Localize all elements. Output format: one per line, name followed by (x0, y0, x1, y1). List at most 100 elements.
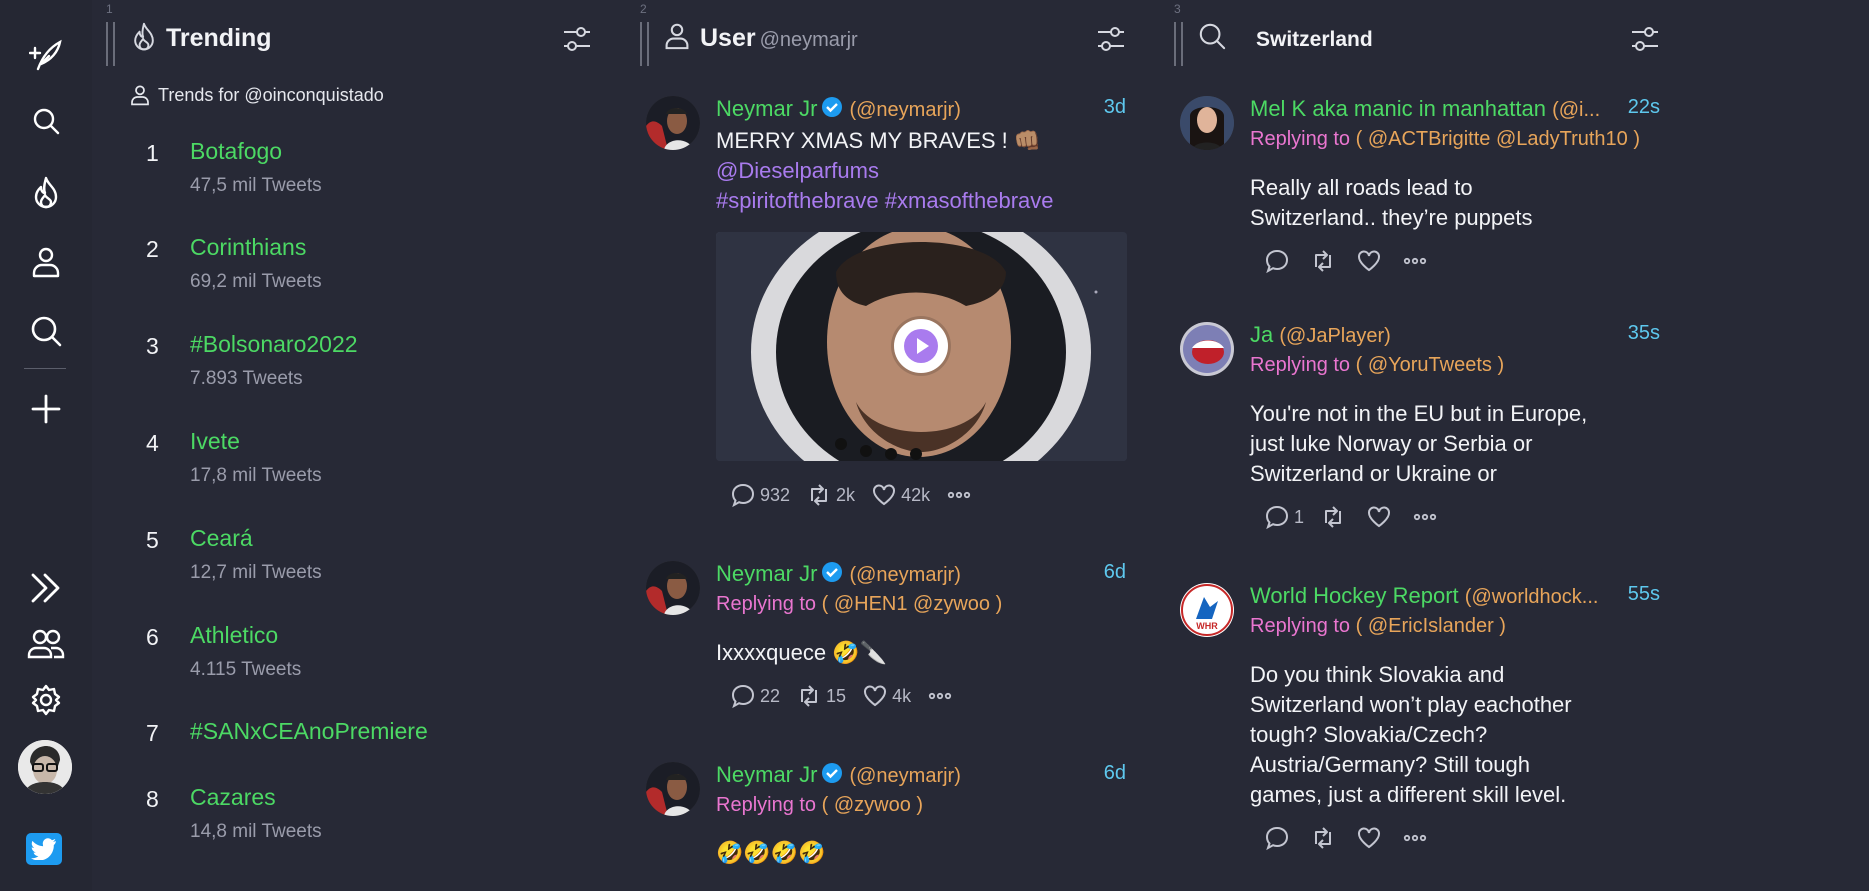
trend-name[interactable]: #SANxCEAnoPremiere (190, 718, 428, 745)
trend-rank: 7 (146, 720, 159, 746)
tweet-text-line: Ixxxxquece 🤣🔪 (716, 640, 887, 665)
replying-to: Replying to ( @HEN1 @zywoo ) (716, 593, 1003, 615)
tweet-actions: 22 15 4k (730, 683, 969, 709)
avatar[interactable]: WHR (1180, 583, 1234, 637)
reply-button[interactable] (1264, 825, 1294, 851)
video-thumbnail[interactable] (716, 232, 1127, 461)
author-name[interactable]: Ja (1250, 322, 1273, 347)
tweet-time[interactable]: 22s (1621, 96, 1660, 119)
reply-button[interactable]: 22 (730, 683, 780, 709)
column-drag-handle[interactable] (106, 22, 115, 66)
author-handle[interactable]: (@neymarjr) (849, 564, 960, 586)
search-column-icon[interactable] (24, 309, 68, 353)
hashtag-link[interactable]: #spiritofthebrave #xmasofthebrave (716, 186, 1126, 216)
author-handle[interactable]: (@neymarjr) (849, 765, 960, 787)
avatar[interactable] (18, 740, 72, 794)
column-settings-icon[interactable] (1630, 24, 1660, 54)
tweet-time[interactable]: 3d (1097, 96, 1126, 119)
rail-divider (24, 368, 66, 369)
reply-mentions[interactable]: ( @ACTBrigitte @LadyTruth10 ) (1356, 128, 1640, 150)
reply-button[interactable] (1264, 248, 1294, 274)
more-icon[interactable] (1402, 825, 1428, 851)
avatar[interactable] (646, 561, 700, 615)
more-icon[interactable] (1402, 248, 1428, 274)
author-handle[interactable]: (@JaPlayer) (1279, 325, 1390, 347)
more-icon[interactable] (1412, 504, 1438, 530)
author-handle[interactable]: (@worldhock... (1465, 586, 1599, 608)
avatar[interactable] (646, 762, 700, 816)
trend-name[interactable]: Cazares (190, 784, 276, 811)
trend-count: 47,5 mil Tweets (190, 175, 322, 196)
author-handle[interactable]: (@i... (1552, 99, 1600, 121)
tweet-text-line: Really all roads lead to (1250, 175, 1473, 200)
trend-name[interactable]: #Bolsonaro2022 (190, 331, 358, 358)
reply-button[interactable]: 932 (730, 482, 790, 508)
author-handle[interactable]: (@neymarjr) (849, 99, 960, 121)
reply-mentions[interactable]: ( @HEN1 @zywoo ) (822, 593, 1003, 615)
user-icon[interactable] (24, 240, 68, 284)
tweet-time[interactable]: 35s (1621, 322, 1660, 345)
trend-name[interactable]: Botafogo (190, 138, 282, 165)
avatar[interactable] (1180, 322, 1234, 376)
like-button[interactable]: 4k (862, 683, 911, 709)
mention-link[interactable]: @Dieselparfums (716, 156, 1126, 186)
retweet-button[interactable]: 2k (806, 482, 855, 508)
add-column-icon[interactable] (24, 387, 68, 431)
column-title: User @neymarjr (700, 24, 858, 52)
reply-button[interactable]: 1 (1264, 504, 1304, 530)
trend-name[interactable]: Corinthians (190, 234, 306, 261)
tweet-time[interactable]: 6d (1097, 561, 1126, 584)
more-icon[interactable] (927, 683, 953, 709)
author-name[interactable]: Neymar Jr (716, 762, 817, 787)
retweet-button[interactable] (1320, 504, 1350, 530)
tweet-text-line: games, just a different skill level. (1250, 782, 1567, 807)
author-name[interactable]: Neymar Jr (716, 96, 817, 121)
column-drag-handle[interactable] (640, 22, 649, 66)
people-icon[interactable] (24, 622, 68, 666)
trend-rank: 4 (146, 430, 159, 456)
trend-rank: 6 (146, 624, 159, 650)
more-icon[interactable] (946, 482, 972, 508)
reply-mentions[interactable]: ( @EricIslander ) (1356, 615, 1506, 637)
tweet-text: 🤣🤣🤣🤣 (716, 838, 1126, 868)
trending-icon[interactable] (24, 171, 68, 215)
like-button[interactable]: 42k (871, 482, 930, 508)
retweet-button[interactable] (1310, 248, 1340, 274)
like-button[interactable] (1356, 248, 1386, 274)
author-name[interactable]: World Hockey Report (1250, 583, 1459, 608)
trend-count: 69,2 mil Tweets (190, 271, 322, 292)
tweet-time[interactable]: 6d (1097, 762, 1126, 785)
user-icon (131, 85, 149, 106)
gear-icon[interactable] (24, 678, 68, 722)
replying-to: Replying to ( @YoruTweets ) (1250, 354, 1505, 376)
author-name[interactable]: Neymar Jr (716, 561, 817, 586)
reply-mentions[interactable]: ( @zywoo ) (822, 794, 923, 816)
twitter-bird-icon[interactable] (26, 833, 62, 865)
avatar[interactable] (1180, 96, 1234, 150)
replying-to: Replying to ( @EricIslander ) (1250, 615, 1506, 637)
trending-icon (130, 22, 158, 52)
play-button[interactable] (894, 319, 948, 373)
like-button[interactable] (1356, 825, 1386, 851)
tweet-time[interactable]: 55s (1621, 583, 1660, 606)
search-icon[interactable] (24, 99, 68, 143)
retweet-button[interactable]: 15 (796, 683, 846, 709)
trend-count: 7.893 Tweets (190, 368, 303, 389)
trend-rank: 5 (146, 527, 159, 553)
author-name[interactable]: Mel K aka manic in manhattan (1250, 96, 1546, 121)
trend-name[interactable]: Ivete (190, 428, 240, 455)
retweet-button[interactable] (1310, 825, 1340, 851)
avatar[interactable] (646, 96, 700, 150)
column-drag-handle[interactable] (1174, 22, 1183, 66)
tweet-text: Ixxxxquece 🤣🔪 (716, 638, 1126, 668)
trend-name[interactable]: Athletico (190, 622, 278, 649)
column-settings-icon[interactable] (562, 24, 592, 54)
like-button[interactable] (1366, 504, 1396, 530)
collapse-icon[interactable] (24, 566, 68, 610)
trend-rank: 2 (146, 236, 159, 262)
reply-mentions[interactable]: ( @YoruTweets ) (1356, 354, 1505, 376)
column-title: Trending (166, 24, 272, 52)
trend-name[interactable]: Ceará (190, 525, 253, 552)
column-settings-icon[interactable] (1096, 24, 1126, 54)
compose-icon[interactable] (24, 33, 68, 77)
